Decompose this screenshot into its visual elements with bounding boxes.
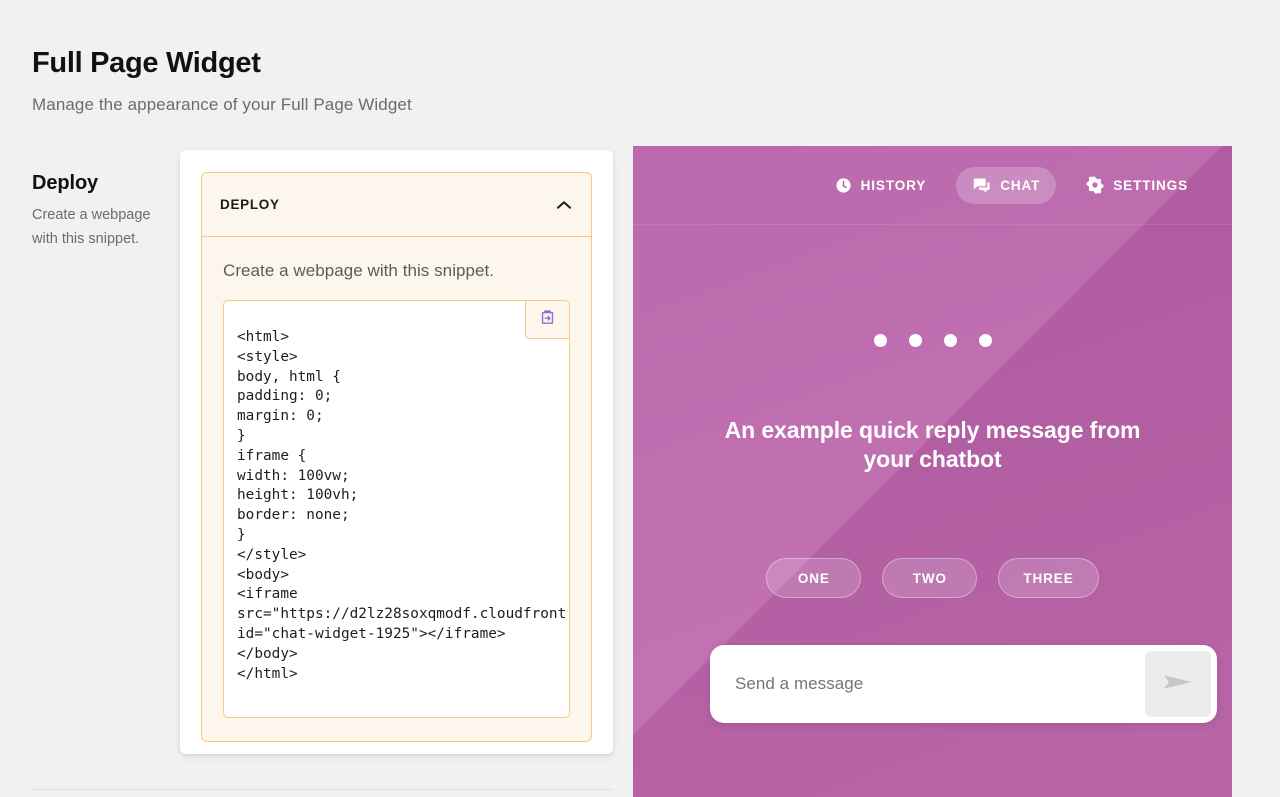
deploy-section-title: Deploy — [32, 172, 99, 194]
deploy-accordion-body: Create a webpage with this snippet. <htm… — [202, 237, 591, 741]
deploy-accordion: DEPLOY Create a webpage with this snippe… — [201, 172, 592, 742]
page-subtitle: Manage the appearance of your Full Page … — [32, 95, 412, 114]
quick-reply-three-label: THREE — [1023, 570, 1074, 586]
deploy-accordion-header[interactable]: DEPLOY — [202, 173, 591, 237]
quick-reply-buttons: ONE TWO THREE — [633, 558, 1232, 598]
typing-dot — [873, 334, 887, 347]
send-message-button[interactable] — [1145, 651, 1211, 717]
typing-dots-indicator — [633, 334, 1232, 347]
widget-preview-panel: HISTORY CHAT SETTINGS An example quick r… — [633, 146, 1232, 797]
tab-settings-label: SETTINGS — [1113, 177, 1188, 193]
tab-chat[interactable]: CHAT — [956, 166, 1057, 204]
typing-dot — [943, 334, 957, 347]
quick-reply-one[interactable]: ONE — [766, 558, 862, 598]
chevron-up-icon[interactable] — [556, 200, 572, 210]
tab-history[interactable]: HISTORY — [819, 167, 943, 204]
preview-topbar: HISTORY CHAT SETTINGS — [633, 146, 1232, 225]
typing-dot — [978, 334, 992, 347]
page-header: Full Page Widget Manage the appearance o… — [32, 44, 412, 117]
deploy-accordion-title: DEPLOY — [220, 197, 280, 212]
quick-reply-one-label: ONE — [797, 570, 830, 586]
full-page-widget-screen: Full Page Widget Manage the appearance o… — [0, 0, 1280, 797]
quick-reply-three[interactable]: THREE — [998, 558, 1099, 598]
quick-reply-message: An example quick reply message from your… — [724, 417, 1141, 472]
typing-dot — [908, 334, 922, 347]
deploy-section-description: Create a webpage with this snippet. — [32, 207, 151, 247]
tab-chat-label: CHAT — [1000, 177, 1041, 193]
clock-icon — [835, 177, 852, 194]
gear-icon — [1086, 176, 1104, 194]
quick-reply-two-label: TWO — [912, 570, 947, 586]
code-snippet-text: <html> <style> body, html { padding: 0; … — [237, 329, 569, 682]
send-paper-plane-icon — [1161, 670, 1195, 699]
tab-history-label: HISTORY — [860, 177, 927, 193]
section-divider — [32, 789, 613, 790]
page-title: Full Page Widget — [32, 47, 261, 79]
tab-settings[interactable]: SETTINGS — [1070, 166, 1204, 204]
code-snippet-box[interactable]: <html> <style> body, html { padding: 0; … — [223, 300, 570, 718]
chat-bubble-icon — [972, 177, 991, 194]
message-composer — [710, 645, 1217, 723]
deploy-accordion-description: Create a webpage with this snippet. — [223, 261, 495, 280]
message-input[interactable] — [710, 674, 1145, 694]
quick-reply-two[interactable]: TWO — [882, 558, 978, 598]
deploy-card: DEPLOY Create a webpage with this snippe… — [180, 150, 613, 754]
deploy-section-label: Deploy Create a webpage with this snippe… — [32, 170, 152, 251]
